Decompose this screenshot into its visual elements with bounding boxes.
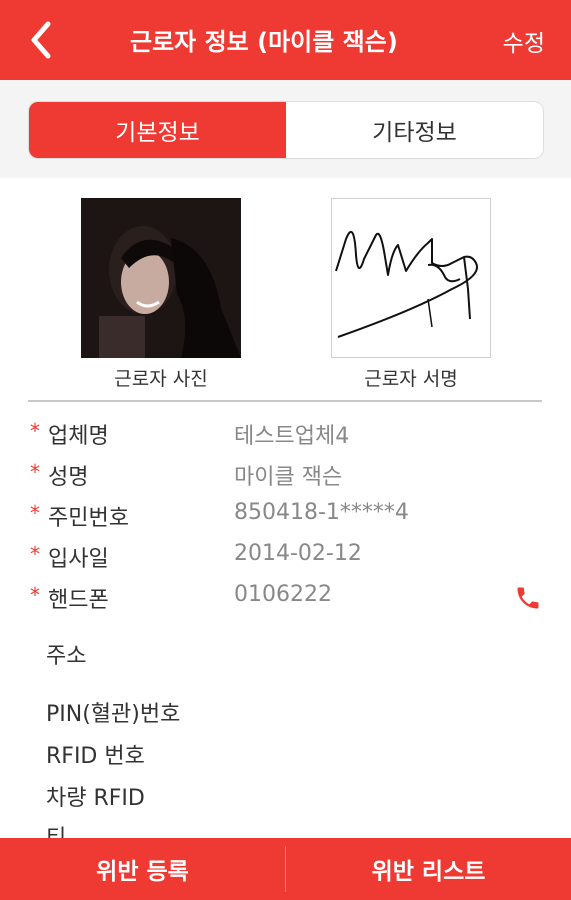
field-value: 2014-02-12 <box>234 541 362 566</box>
required-marker: * <box>30 501 40 525</box>
required-marker: * <box>30 583 40 607</box>
field-label: 주민번호 <box>48 506 129 531</box>
required-marker: * <box>30 460 40 484</box>
photo-caption: 근로자 사진 <box>114 368 208 390</box>
tab-basic-info[interactable]: 기본정보 <box>29 102 286 158</box>
worker-info-content: 근로자 사진 근로자 서명 * 업체명 테스트업체4 * 성명 마이클 잭슨 *… <box>0 178 571 851</box>
field-row-name: * 성명 마이클 잭슨 <box>0 457 571 497</box>
signature-caption: 근로자 서명 <box>364 368 458 390</box>
edit-button[interactable]: 수정 <box>503 24 545 58</box>
field-label: 핸드폰 <box>48 588 109 613</box>
tab-other-info[interactable]: 기타정보 <box>286 102 543 158</box>
tab-bar: 기본정보 기타정보 <box>28 101 544 159</box>
required-marker: * <box>30 542 40 566</box>
field-value: 테스트업체4 <box>234 424 350 449</box>
field-value: 850418-1*****4 <box>234 500 409 525</box>
back-button[interactable] <box>22 18 66 62</box>
field-row-company: * 업체명 테스트업체4 <box>0 416 571 456</box>
field-value: 마이클 잭슨 <box>234 465 343 490</box>
register-violation-button[interactable]: 위반 등록 <box>0 838 285 900</box>
worker-signature[interactable] <box>331 198 491 358</box>
vehicle-rfid-label: 차량 RFID <box>46 786 145 811</box>
top-app-bar: 근로자 정보 (마이클 잭슨) 수정 <box>0 0 571 80</box>
signature-image <box>335 230 478 338</box>
address-label: 주소 <box>46 644 87 669</box>
field-label: 입사일 <box>48 547 109 572</box>
page-title: 근로자 정보 (마이클 잭슨) <box>130 28 398 56</box>
call-button[interactable] <box>514 584 542 612</box>
pin-label: PIN(혈관)번호 <box>46 702 181 727</box>
rfid-label: RFID 번호 <box>46 744 145 769</box>
field-row-resident-number: * 주민번호 850418-1*****4 <box>0 498 571 538</box>
field-label: 성명 <box>48 465 89 490</box>
phone-icon <box>517 587 539 609</box>
field-row-hire-date: * 입사일 2014-02-12 <box>0 539 571 579</box>
field-value: 0106222 <box>234 582 332 607</box>
worker-photo-image <box>81 198 241 358</box>
bottom-action-bar: 위반 등록 위반 리스트 <box>0 838 571 900</box>
divider <box>28 400 542 402</box>
chevron-left-icon <box>31 21 51 59</box>
field-label: 업체명 <box>48 424 109 449</box>
worker-photo[interactable] <box>81 198 241 358</box>
violation-list-button[interactable]: 위반 리스트 <box>286 838 571 900</box>
field-row-phone: * 핸드폰 0106222 <box>0 580 571 620</box>
required-marker: * <box>30 419 40 443</box>
